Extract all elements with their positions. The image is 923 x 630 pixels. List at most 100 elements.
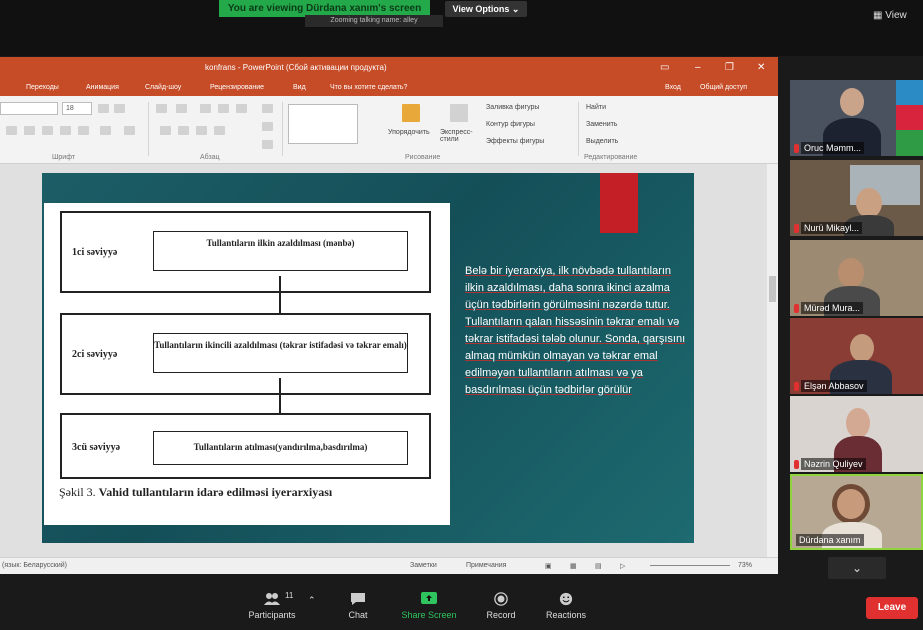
shape-effects-label[interactable]: Эффекты фигуры — [486, 138, 544, 145]
participant-face — [840, 88, 864, 116]
minimize-icon[interactable]: – — [695, 62, 701, 73]
normal-view-icon[interactable]: ▣ — [545, 562, 552, 570]
slide: 1ci səviyyə Tullantıların ilkin azaldılm… — [42, 173, 694, 543]
talking-indicator: Zooming talking name: alley — [305, 15, 443, 27]
reactions-label: Reactions — [545, 610, 587, 620]
level-2-text: Tullantıların ikincili azaldılması (təkr… — [153, 333, 408, 373]
arrange-icon[interactable] — [402, 104, 420, 122]
reactions-button[interactable]: Reactions — [540, 592, 592, 620]
record-button[interactable]: Record — [480, 592, 522, 620]
ppt-window-title: konfrans - PowerPoint (Сбой активации пр… — [205, 63, 387, 72]
indent-increase-icon[interactable] — [218, 104, 229, 113]
view-button[interactable]: ▦ View — [873, 10, 907, 21]
participant-face — [850, 334, 874, 362]
share-screen-icon — [421, 592, 437, 604]
shapes-gallery[interactable] — [288, 104, 358, 144]
spacing-icon[interactable] — [78, 126, 89, 135]
ppt-title-bar: konfrans - PowerPoint (Сбой активации пр… — [0, 57, 778, 80]
leave-button[interactable]: Leave — [866, 597, 918, 619]
align-left-icon[interactable] — [160, 126, 171, 135]
participant-name: Mürəd Mura... — [801, 302, 864, 314]
participant-tile-durdana[interactable]: Dürdana xanım — [790, 474, 923, 550]
smartart-icon[interactable] — [262, 140, 273, 149]
slide-red-accent — [600, 173, 638, 233]
justify-icon[interactable] — [214, 126, 225, 135]
participant-tile-nazrin[interactable]: Nəzrin Quliyev — [790, 396, 923, 472]
ppt-status-bar: (язык: Беларусский) Заметки Примечания ▣… — [0, 557, 778, 574]
menu-view[interactable]: Вид — [293, 84, 306, 91]
text-direction-icon[interactable] — [262, 104, 273, 113]
zoom-slider[interactable] — [650, 565, 730, 566]
participant-tile-oruc[interactable]: Oruc Məmm... — [790, 80, 923, 156]
shared-powerpoint-window: konfrans - PowerPoint (Сбой активации пр… — [0, 57, 778, 574]
participants-caret-icon[interactable]: ⌃ — [308, 595, 316, 606]
ribbon-display-icon[interactable]: ▭ — [660, 62, 669, 73]
strikethrough-icon[interactable] — [60, 126, 71, 135]
participant-name: Nəzrin Quliyev — [801, 458, 866, 470]
maximize-icon[interactable]: ❐ — [725, 62, 734, 73]
select-button[interactable]: Выделить — [586, 138, 618, 145]
participant-tile-nuru[interactable]: Nurü Mikayl... — [790, 160, 923, 236]
quick-styles-icon[interactable] — [450, 104, 468, 122]
share-screen-label: Share Screen — [401, 610, 457, 620]
menu-animation[interactable]: Анимация — [86, 84, 119, 91]
shrink-font-icon[interactable] — [114, 104, 125, 113]
level-3-box: 3cü səviyyə Tullantıların atılması(yandı… — [60, 413, 431, 479]
sorter-view-icon[interactable]: ▦ — [570, 562, 577, 570]
zoom-level[interactable]: 73% — [738, 562, 752, 569]
participant-tile-elshan[interactable]: Elşən Abbasov — [790, 318, 923, 394]
participant-name: Elşən Abbasov — [801, 380, 867, 392]
mic-muted-icon — [794, 144, 799, 153]
chevron-down-icon[interactable]: ⌄ — [828, 557, 886, 579]
font-group-label: Шрифт — [52, 154, 76, 161]
share-link[interactable]: Общий доступ — [700, 84, 747, 91]
find-button[interactable]: Найти — [586, 104, 606, 111]
menu-tell-me[interactable]: Что вы хотите сделать? — [330, 84, 407, 91]
menu-review[interactable]: Рецензирование — [210, 84, 264, 91]
view-options-button[interactable]: View Options ⌄ — [445, 1, 527, 17]
bold-icon[interactable] — [6, 126, 17, 135]
case-icon[interactable] — [100, 126, 111, 135]
menu-transitions[interactable]: Переходы — [26, 84, 59, 91]
grow-font-icon[interactable] — [98, 104, 109, 113]
arrange-label[interactable]: Упорядочить — [388, 129, 430, 136]
hierarchy-figure: 1ci səviyyə Tullantıların ilkin azaldılm… — [44, 203, 450, 525]
notes-button[interactable]: Заметки — [410, 562, 437, 569]
italic-icon[interactable] — [24, 126, 35, 135]
ppt-ribbon: 18 Шрифт Абзац Упорядочить Экспресс-стил… — [0, 96, 778, 164]
bullets-icon[interactable] — [156, 104, 167, 113]
scrollbar-thumb[interactable] — [769, 276, 776, 302]
editing-group-label: Редактирование — [584, 154, 638, 161]
vertical-scrollbar[interactable] — [767, 164, 778, 557]
participant-tile-murad[interactable]: Mürəd Mura... — [790, 240, 923, 316]
replace-button[interactable]: Заменить — [586, 121, 617, 128]
indent-decrease-icon[interactable] — [200, 104, 211, 113]
sign-in-link[interactable]: Вход — [665, 84, 681, 91]
shape-outline-label[interactable]: Контур фигуры — [486, 121, 535, 128]
participants-icon — [264, 593, 280, 605]
chat-button[interactable]: Chat — [338, 592, 378, 620]
line-spacing-icon[interactable] — [236, 104, 247, 113]
menu-slideshow[interactable]: Слайд-шоу — [145, 84, 181, 91]
comments-button[interactable]: Примечания — [466, 562, 506, 569]
close-icon[interactable]: ✕ — [757, 62, 765, 73]
slideshow-view-icon[interactable]: ▷ — [620, 562, 625, 570]
align-center-icon[interactable] — [178, 126, 189, 135]
participants-button[interactable]: 11 Participants — [244, 591, 300, 620]
share-screen-button[interactable]: Share Screen — [398, 592, 460, 620]
font-color-icon[interactable] — [124, 126, 135, 135]
zoom-top-bar: You are viewing Dürdana xanım's screen Z… — [0, 0, 923, 56]
shape-fill-label[interactable]: Заливка фигуры — [486, 104, 539, 111]
font-size-field[interactable]: 18 — [62, 102, 92, 115]
ribbon-divider — [282, 102, 283, 156]
align-right-icon[interactable] — [196, 126, 207, 135]
caption-title: Vahid tullantıların idarə edilməsi iyera… — [98, 485, 333, 499]
mic-muted-icon — [794, 224, 799, 233]
participant-face — [846, 408, 870, 438]
numbering-icon[interactable] — [176, 104, 187, 113]
underline-icon[interactable] — [42, 126, 53, 135]
reading-view-icon[interactable]: ▤ — [595, 562, 602, 570]
quick-styles-label[interactable]: Экспресс-стили — [440, 129, 480, 143]
align-text-icon[interactable] — [262, 122, 273, 131]
font-name-field[interactable] — [0, 102, 58, 115]
